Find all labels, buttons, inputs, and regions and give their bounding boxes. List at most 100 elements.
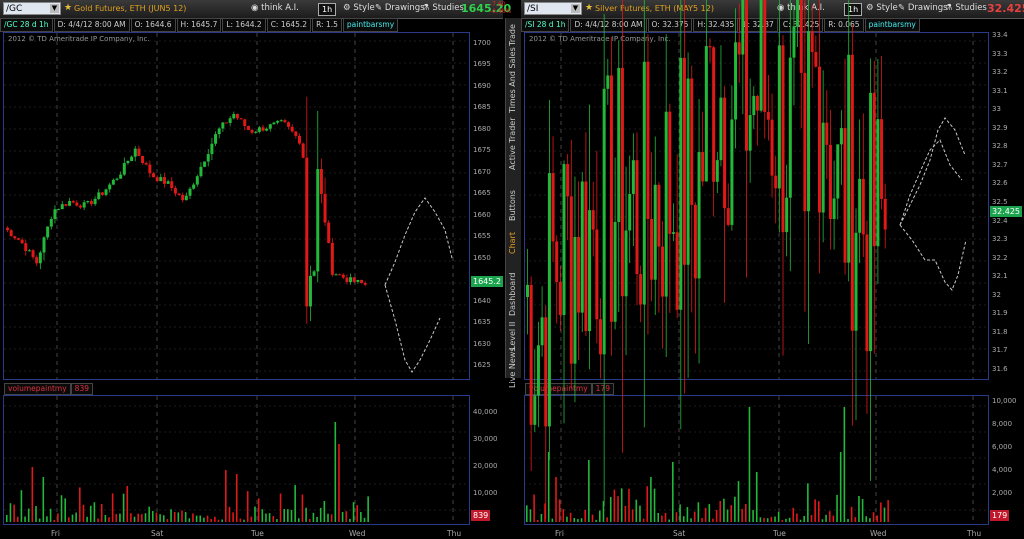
chevron-down-icon[interactable]: ▼ — [50, 4, 59, 13]
left-volume-ticks-label: 20,000 — [473, 462, 498, 470]
gold-volume-study-name[interactable]: volumepaintmy — [4, 383, 71, 395]
left-price-ticks-label: 1670 — [473, 167, 491, 176]
drawings-menu[interactable]: ✎ Drawings — [898, 3, 948, 13]
side-tab-strip: Trade Times And Sales Active Trader Buttons… — [505, 18, 522, 388]
chevron-down-icon[interactable]: ▼ — [571, 4, 580, 13]
silver-info-study[interactable]: paintbarsmy — [864, 18, 920, 32]
side-tab-dashboard[interactable]: Dashboard — [506, 268, 521, 316]
left-price-ticks-label: 1660 — [473, 210, 491, 219]
silver-volume-axis[interactable]: 10,000 8,000 6,000 4,000 2,000 179 — [989, 395, 1024, 525]
gold-volume-pane[interactable] — [3, 395, 470, 525]
style-menu[interactable]: ⚙ Style — [866, 3, 898, 13]
silver-copyright: 2012 © TD Ameritrade IP Company, Inc. — [529, 35, 671, 43]
silver-volume-study-name[interactable]: volumepaintmy — [525, 383, 592, 395]
gold-info-date: D: 4/4/12 8:00 AM — [53, 18, 130, 32]
gold-toolbar: /GC ▼ ★ Gold Futures, ETH (JUN5 12) ◉ thi… — [0, 0, 512, 19]
left-price-ticks-label: 1635 — [473, 318, 491, 327]
side-tab-buttons[interactable]: Buttons — [506, 173, 521, 221]
right-price-ticks-label: 32.9 — [992, 123, 1008, 132]
studies-menu[interactable]: ⚗ Studies — [945, 3, 987, 13]
left-volume-ticks-label: 40,000 — [473, 408, 498, 416]
right-price-ticks-label: 32.6 — [992, 179, 1008, 188]
right-price-ticks-label: 31.9 — [992, 309, 1008, 318]
right-price-ticks-label: 32 — [992, 290, 1001, 299]
gold-volume-axis[interactable]: 40,000 30,000 20,000 10,000 839 — [470, 395, 506, 525]
silver-info-date: D: 4/4/12 8:00 AM — [570, 18, 647, 32]
gold-info-study[interactable]: paintbarsmy — [342, 18, 399, 32]
gold-price-axis[interactable]: 1700 1695 1690 1685 1680 1675 1670 1665 1660 1655… — [470, 32, 506, 380]
right-volume-ticks-label: 2,000 — [992, 489, 1013, 497]
gold-info-symbol: /GC 28 d 1h — [0, 18, 53, 32]
studies-menu[interactable]: ⚗ Studies — [422, 3, 464, 13]
silver-description: Silver Futures, ETH (MAY5 12) — [595, 4, 714, 13]
day-label-thu: Thu — [447, 529, 462, 538]
silver-chart-panel: /SI ▼ ★ Silver Futures, ETH (MAY5 12) ◉ t… — [521, 0, 1024, 539]
think-ai-button[interactable]: ◉ think A.I. — [777, 3, 825, 13]
day-label-sat: Sat — [151, 529, 164, 538]
gold-net-change: -7.60 -0.46% — [490, 1, 512, 15]
silver-info-open: O: 32.375 — [647, 18, 693, 32]
side-tab-active-trader[interactable]: Active Trader — [506, 118, 521, 170]
style-menu[interactable]: ⚙ Style — [343, 3, 375, 13]
right-volume-ticks-label: 4,000 — [992, 466, 1013, 474]
think-ai-button[interactable]: ◉ think A.I. — [251, 3, 299, 13]
side-tab-times-and-sales[interactable]: Times And Sales — [506, 47, 521, 113]
silver-price-axis[interactable]: 33.4 33.3 33.2 33.1 33 32.9 32.8 32.7 32.6 32.5 32… — [989, 31, 1024, 380]
day-label-tue: Tue — [773, 529, 786, 538]
right-price-ticks-label: 33.2 — [992, 68, 1008, 77]
left-price-ticks-label: 1695 — [473, 60, 491, 69]
side-tab-live-news[interactable]: Live News — [506, 348, 521, 389]
silver-info-high: H: 32.435 — [693, 18, 739, 32]
gold-info-low: L: 1644.2 — [222, 18, 266, 32]
left-price-ticks-label: 1675 — [473, 146, 491, 155]
day-label-wed: Wed — [349, 529, 366, 538]
right-price-ticks-label: 32.5 — [992, 198, 1008, 206]
left-price-ticks-label: 1685 — [473, 103, 491, 112]
aggregation-selector[interactable]: 1h — [318, 3, 337, 16]
right-price-ticks-label: 32.8 — [992, 142, 1008, 151]
right-volume-current-label: 179 — [990, 510, 1010, 521]
gold-volume-study-label: volumepaintmy 839 — [4, 383, 93, 395]
gold-info-range: R: 1.5 — [312, 18, 342, 32]
aggregation-selector[interactable]: 1h — [844, 3, 863, 16]
gold-info-close: C: 1645.2 — [266, 18, 312, 32]
star-icon[interactable]: ★ — [64, 3, 72, 13]
left-price-ticks-label: 1655 — [473, 232, 491, 241]
right-price-ticks-label: 33.3 — [992, 49, 1008, 58]
gold-description: Gold Futures, ETH (JUN5 12) — [74, 4, 187, 13]
gold-price-pane[interactable]: 2012 © TD Ameritrade IP Company, Inc. — [3, 32, 470, 380]
right-price-ticks-label: 33.4 — [992, 31, 1008, 39]
right-price-ticks-label: 32.2 — [992, 253, 1008, 262]
gold-info-high: H: 1645.7 — [176, 18, 222, 32]
left-volume-current-label: 839 — [471, 510, 491, 521]
gold-chart-panel: /GC ▼ ★ Gold Futures, ETH (JUN5 12) ◉ thi… — [0, 0, 512, 539]
left-current-price-label: 1645.2 — [471, 276, 503, 287]
right-price-ticks-label: 31.6 — [992, 365, 1008, 373]
gold-copyright: 2012 © TD Ameritrade IP Company, Inc. — [8, 35, 150, 43]
gold-volume-study-value: 839 — [70, 383, 93, 395]
silver-info-range: R: 0.065 — [824, 18, 864, 32]
silver-toolbar: /SI ▼ ★ Silver Futures, ETH (MAY5 12) ◉ t… — [521, 0, 1024, 19]
gold-symbol-input[interactable]: /GC ▼ — [3, 2, 61, 15]
silver-info-symbol: /SI 28 d 1h — [521, 18, 570, 32]
silver-info-close: C: 32.425 — [778, 18, 824, 32]
left-price-ticks-label: 1690 — [473, 81, 491, 90]
silver-price-pane[interactable]: 2012 © TD Ameritrade IP Company, Inc. — [524, 32, 989, 380]
right-price-ticks-label: 32.4 — [992, 216, 1008, 225]
left-volume-ticks-label: 10,000 — [473, 489, 498, 497]
right-price-ticks-label: 32.1 — [992, 272, 1008, 281]
drawings-menu[interactable]: ✎ Drawings — [375, 3, 425, 13]
silver-symbol-input[interactable]: /SI ▼ — [524, 2, 582, 15]
day-label-wed: Wed — [870, 529, 887, 538]
left-price-ticks-label: 1630 — [473, 339, 491, 348]
gold-info-bar: /GC 28 d 1h D: 4/4/12 8:00 AM O: 1644.6 H: … — [0, 18, 399, 32]
left-price-ticks-label: 1640 — [473, 296, 491, 305]
right-price-ticks-label: 33.1 — [992, 86, 1008, 95]
side-tab-chart[interactable]: Chart — [506, 228, 521, 268]
silver-info-low: L: 32.37 — [739, 18, 778, 32]
silver-volume-pane[interactable] — [524, 395, 989, 525]
day-label-thu: Thu — [967, 529, 982, 538]
star-icon[interactable]: ★ — [585, 3, 593, 13]
gold-info-open: O: 1644.6 — [130, 18, 176, 32]
right-volume-ticks-label: 8,000 — [992, 420, 1013, 428]
